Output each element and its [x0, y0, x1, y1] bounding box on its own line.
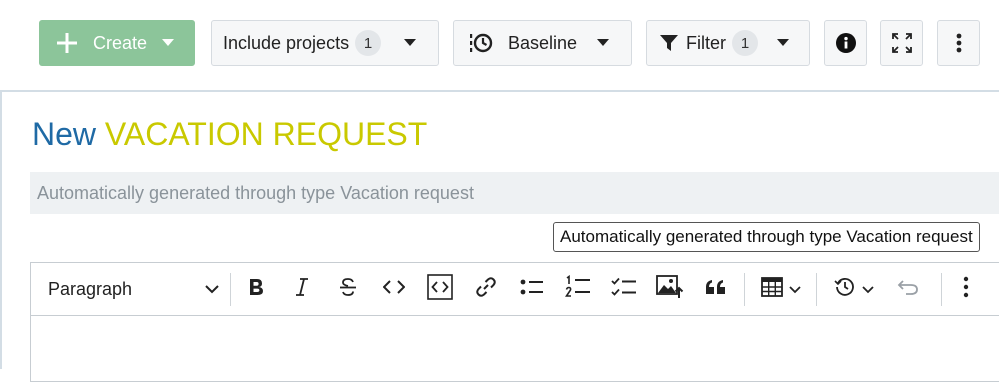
more-vertical-icon — [963, 276, 969, 303]
fullscreen-button[interactable] — [880, 20, 923, 66]
todo-list-button[interactable] — [609, 263, 639, 316]
include-projects-count-badge: 1 — [355, 30, 382, 56]
bold-button[interactable] — [241, 263, 271, 316]
italic-icon — [294, 277, 310, 302]
chevron-down-icon — [777, 39, 789, 47]
title-prefix: New — [32, 116, 97, 152]
insert-image-icon — [656, 275, 684, 304]
page-title[interactable]: New VACATION REQUEST — [32, 112, 427, 156]
code-icon — [382, 280, 406, 299]
chevron-down-icon — [597, 39, 609, 47]
plus-icon — [56, 32, 78, 54]
numbered-list-button[interactable] — [563, 263, 593, 316]
numbered-list-icon — [565, 274, 591, 304]
insert-image-button[interactable] — [655, 263, 685, 316]
chevron-down-icon — [789, 281, 801, 299]
bold-icon — [247, 277, 265, 302]
include-projects-label: Include projects — [223, 32, 350, 53]
info-icon — [835, 33, 856, 53]
chevron-down-icon — [205, 281, 219, 299]
fullscreen-icon — [891, 33, 912, 53]
code-block-icon — [427, 274, 453, 305]
history-icon — [834, 276, 856, 303]
code-block-button[interactable] — [425, 263, 455, 316]
create-button-label: Create — [93, 32, 148, 53]
blockquote-icon — [705, 279, 727, 300]
code-button[interactable] — [379, 263, 409, 316]
subject-placeholder: Automatically generated through type Vac… — [37, 182, 474, 203]
chevron-down-icon — [404, 39, 416, 47]
more-vertical-icon — [956, 33, 962, 53]
filter-count-badge: 1 — [732, 30, 758, 56]
strikethrough-button[interactable] — [333, 263, 363, 316]
editor-toolbar: Paragraph — [31, 263, 999, 316]
link-icon — [475, 276, 497, 303]
chevron-down-icon — [162, 39, 174, 47]
toolbar-separator — [744, 273, 745, 306]
subject-field[interactable]: Automatically generated through type Vac… — [30, 172, 999, 214]
baseline-label: Baseline — [508, 32, 578, 53]
baseline-icon — [469, 31, 493, 55]
filter-button[interactable]: Filter 1 — [646, 20, 810, 66]
editor-content-area[interactable] — [31, 316, 999, 383]
link-button[interactable] — [471, 263, 501, 316]
toolbar-separator — [941, 273, 942, 306]
filter-icon — [660, 34, 678, 52]
blockquote-button[interactable] — [701, 263, 731, 316]
panel-left-border — [0, 92, 2, 369]
tooltip: Automatically generated through type Vac… — [553, 222, 980, 252]
undo-icon — [897, 279, 919, 300]
italic-button[interactable] — [287, 263, 317, 316]
more-tools-button[interactable] — [953, 263, 979, 316]
work-package-type: VACATION REQUEST — [104, 116, 428, 152]
todo-list-icon — [611, 277, 637, 302]
panel-divider — [0, 90, 999, 92]
table-button[interactable] — [755, 263, 807, 316]
create-button[interactable]: Create — [39, 20, 195, 66]
strikethrough-icon — [338, 277, 358, 302]
bulleted-list-icon — [520, 278, 544, 301]
paragraph-style-dropdown[interactable]: Paragraph — [31, 263, 227, 316]
info-button[interactable] — [824, 20, 867, 66]
filter-label: Filter — [686, 32, 726, 53]
chevron-down-icon — [862, 281, 874, 299]
undo-button[interactable] — [893, 263, 923, 316]
baseline-button[interactable]: Baseline — [453, 20, 632, 66]
toolbar-separator — [816, 273, 817, 306]
include-projects-button[interactable]: Include projects 1 — [211, 20, 439, 66]
description-editor[interactable]: Paragraph — [30, 262, 999, 382]
bulleted-list-button[interactable] — [517, 263, 547, 316]
revision-history-button[interactable] — [827, 263, 881, 316]
table-icon — [761, 277, 783, 302]
toolbar-separator — [230, 273, 231, 306]
paragraph-style-label: Paragraph — [48, 279, 133, 299]
more-actions-button[interactable] — [937, 20, 980, 66]
